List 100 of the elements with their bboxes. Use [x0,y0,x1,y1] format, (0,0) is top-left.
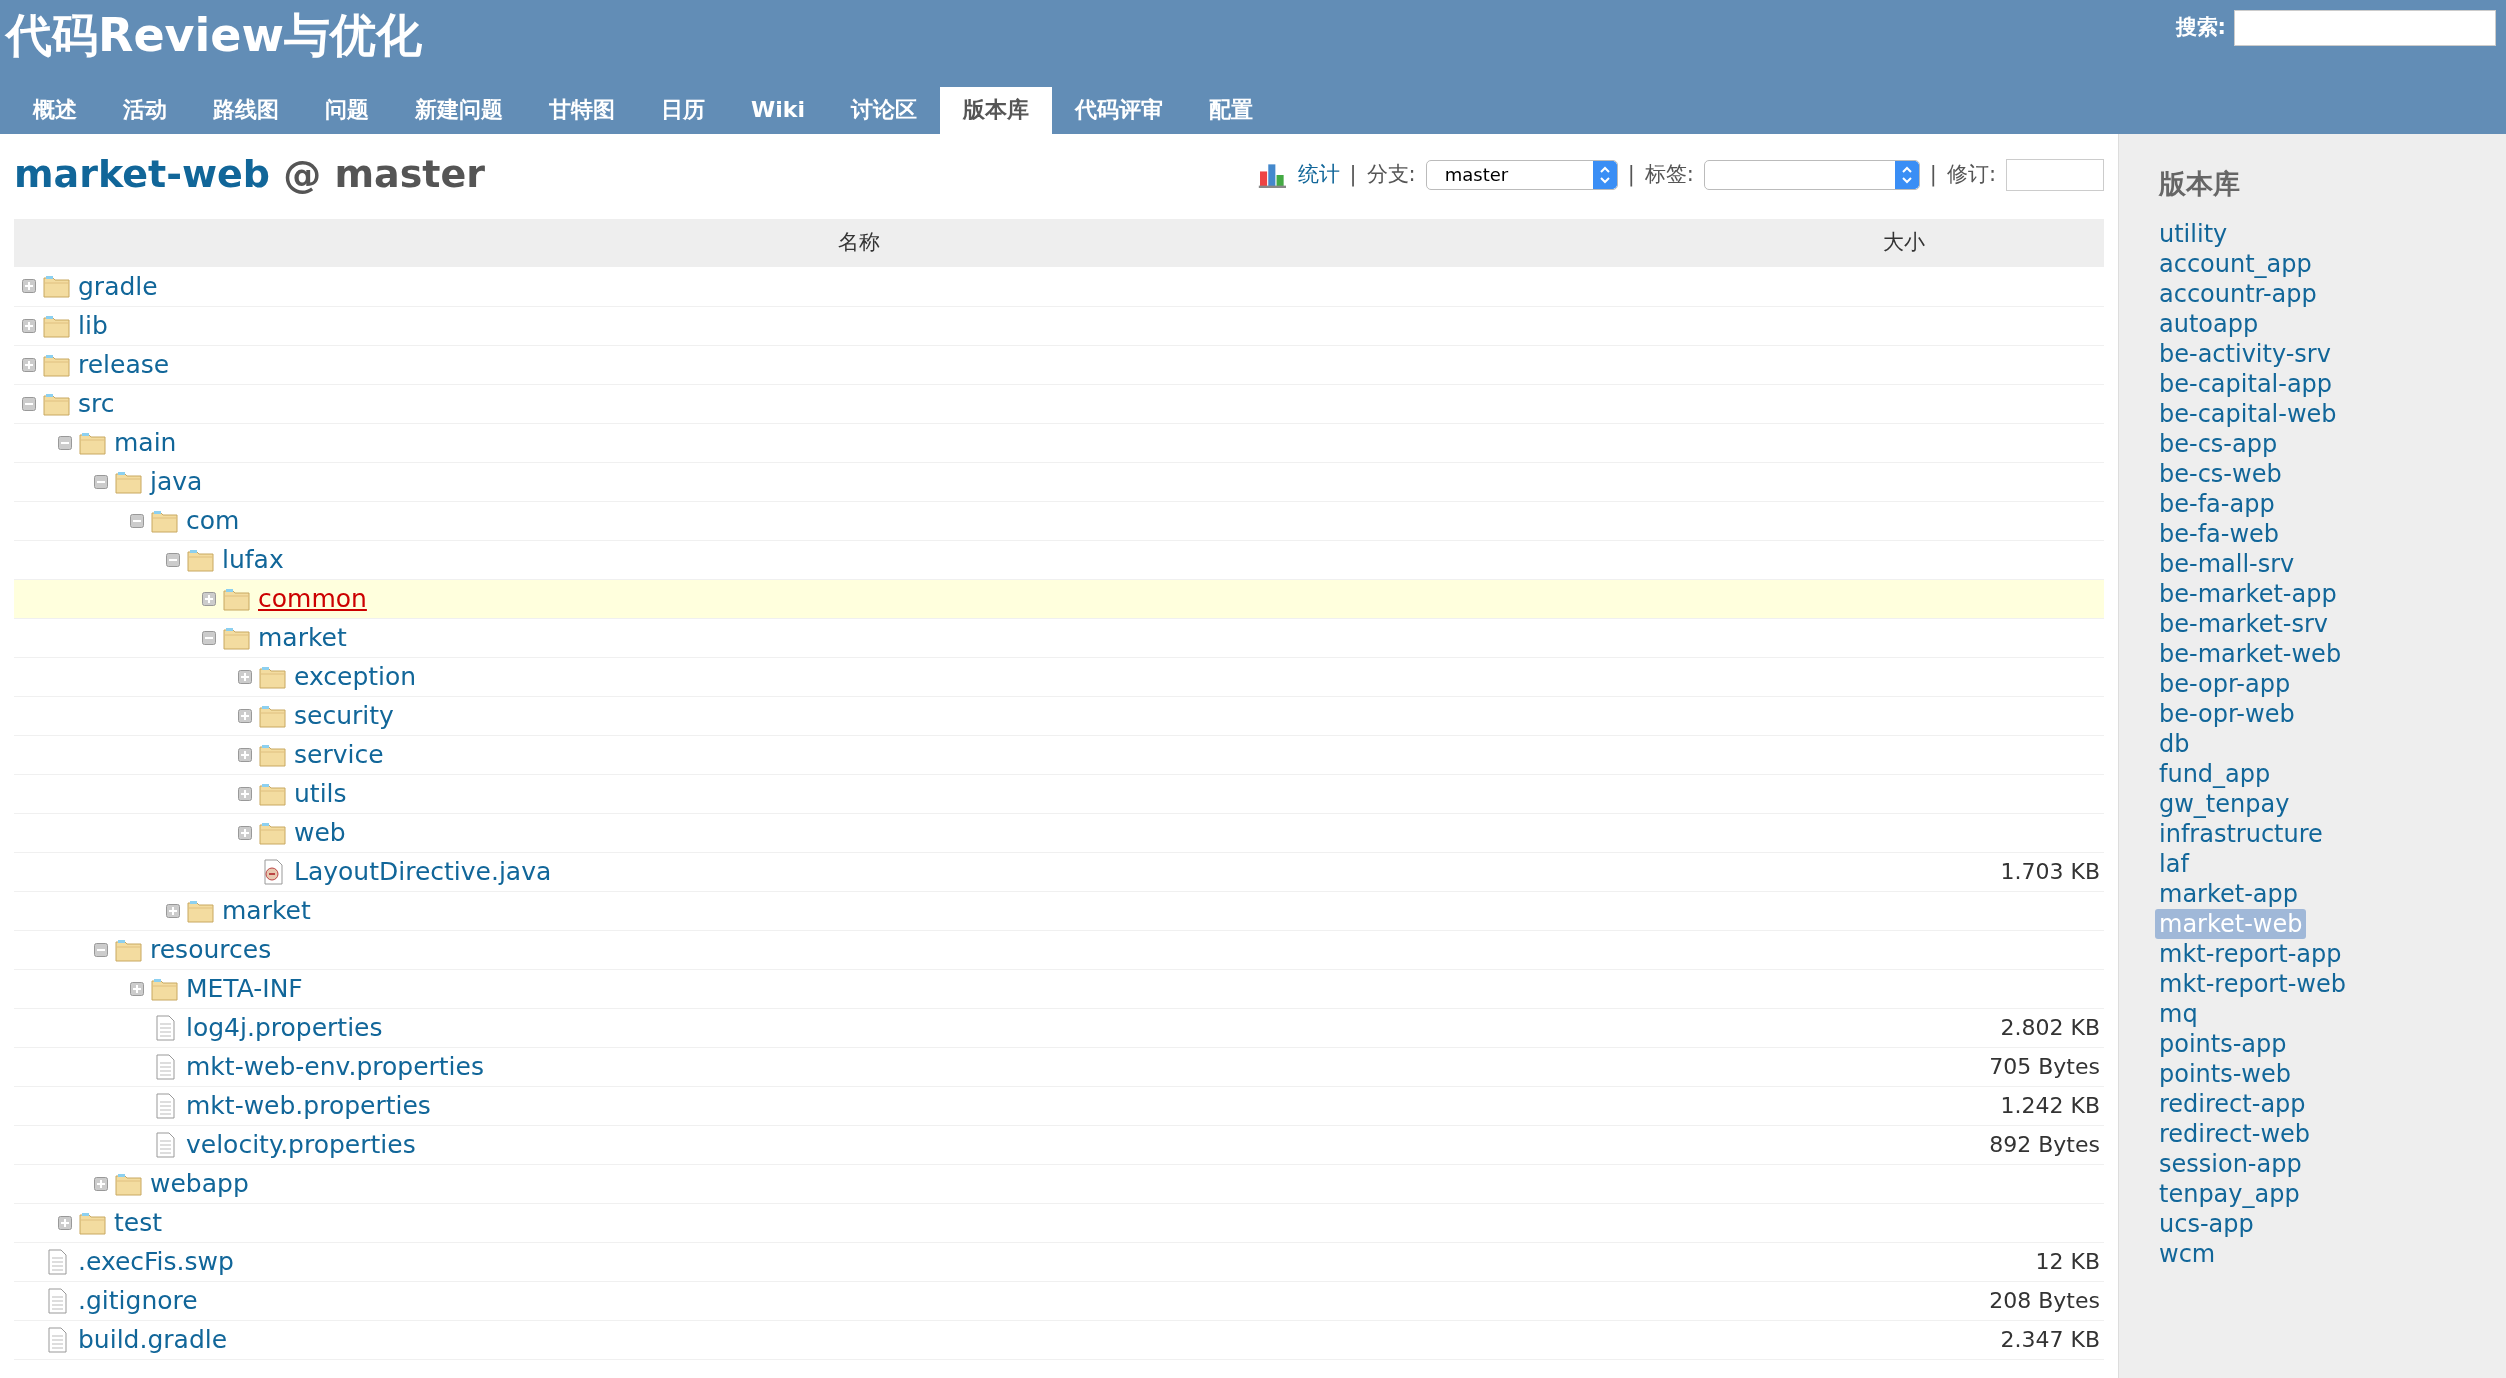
tag-select[interactable] [1703,159,1920,190]
repository-link[interactable]: wcm [2155,1238,2220,1269]
expand-icon[interactable] [166,903,180,918]
nav-tab[interactable]: 配置 [1186,87,1276,134]
nav-tab[interactable]: Wiki [728,87,828,134]
repository-link[interactable]: be-mall-srv [2155,548,2299,579]
collapse-icon[interactable] [166,552,180,567]
repository-link[interactable]: session-app [2155,1148,2306,1179]
folder-link[interactable]: web [294,813,346,852]
branch-select[interactable]: master [1425,159,1618,190]
search-field[interactable] [2234,10,2496,46]
repository-link[interactable]: be-activity-srv [2155,338,2335,369]
repository-link[interactable]: account_app [2155,248,2316,279]
nav-tab[interactable]: 问题 [302,87,392,134]
nav-tab[interactable]: 新建问题 [392,87,526,134]
repository-link[interactable]: be-market-web [2155,638,2346,669]
collapse-icon[interactable] [94,474,108,489]
expand-icon[interactable] [130,981,144,996]
file-link[interactable]: mkt-web-env.properties [186,1047,484,1086]
folder-link[interactable]: com [186,501,240,540]
expand-icon[interactable] [238,669,252,684]
repository-link[interactable]: points-web [2155,1058,2295,1089]
nav-tab[interactable]: 甘特图 [526,87,638,134]
folder-link[interactable]: lib [78,306,108,345]
expand-icon[interactable] [238,786,252,801]
collapse-icon[interactable] [202,630,216,645]
stats-link[interactable]: 统计 [1297,158,1340,191]
repository-link[interactable]: fund_app [2155,758,2275,789]
file-link[interactable]: velocity.properties [186,1125,416,1164]
folder-link[interactable]: service [294,735,384,774]
repository-link[interactable]: laf [2155,848,2193,879]
repository-link[interactable]: gw_tenpay [2155,788,2294,819]
repository-link[interactable]: redirect-web [2155,1118,2314,1149]
repository-link[interactable]: be-fa-app [2155,488,2279,519]
repository-link[interactable]: be-capital-app [2155,368,2337,399]
repository-link[interactable]: points-app [2155,1028,2291,1059]
collapse-icon[interactable] [58,435,72,450]
file-link[interactable]: .execFis.swp [78,1242,234,1281]
repository-link[interactable]: be-opr-app [2155,668,2295,699]
expand-icon[interactable] [22,279,36,294]
folder-link[interactable]: test [114,1203,162,1242]
folder-link[interactable]: exception [294,657,417,696]
expand-icon[interactable] [238,708,252,723]
repository-link[interactable]: accountr-app [2155,278,2321,309]
file-link[interactable]: .gitignore [78,1281,198,1320]
repository-link[interactable]: be-market-app [2155,578,2341,609]
repository-link[interactable]: utility [2155,218,2232,249]
folder-link[interactable]: gradle [78,267,158,305]
collapse-icon[interactable] [22,396,36,411]
folder-link[interactable]: main [114,423,177,462]
nav-tab[interactable]: 讨论区 [828,87,940,134]
repository-link[interactable]: be-fa-web [2155,518,2284,549]
repo-link[interactable]: market-web [14,152,271,196]
repository-link[interactable]: db [2155,728,2194,759]
repository-link[interactable]: infrastructure [2155,818,2327,849]
expand-icon[interactable] [202,591,216,606]
collapse-icon[interactable] [130,513,144,528]
repository-link[interactable]: redirect-app [2155,1088,2310,1119]
folder-link[interactable]: webapp [150,1164,249,1203]
nav-tab[interactable]: 活动 [100,87,190,134]
repository-link[interactable]: be-opr-web [2155,698,2299,729]
folder-link[interactable]: lufax [222,540,284,579]
expand-icon[interactable] [22,318,36,333]
file-link[interactable]: mkt-web.properties [186,1086,431,1125]
folder-link[interactable]: security [294,696,394,735]
expand-icon[interactable] [238,747,252,762]
folder-link[interactable]: META-INF [186,969,303,1008]
repository-link[interactable]: tenpay_app [2155,1178,2304,1209]
expand-icon[interactable] [238,825,252,840]
folder-link[interactable]: utils [294,774,347,813]
file-link[interactable]: log4j.properties [186,1008,383,1047]
file-link[interactable]: LayoutDirective.java [294,852,552,891]
nav-tab[interactable]: 概述 [10,87,100,134]
folder-link[interactable]: market [258,618,347,657]
nav-tab[interactable]: 路线图 [190,87,302,134]
repository-link[interactable]: mkt-report-app [2155,938,2346,969]
expand-icon[interactable] [58,1215,72,1230]
expand-icon[interactable] [22,357,36,372]
repository-link[interactable]: be-cs-web [2155,458,2286,489]
folder-link[interactable]: release [78,345,170,384]
file-link[interactable]: build.gradle [78,1320,228,1359]
repository-link[interactable]: market-app [2155,878,2302,909]
repository-link[interactable]: ucs-app [2155,1208,2258,1239]
nav-tab[interactable]: 日历 [638,87,728,134]
repository-link[interactable]: be-market-srv [2155,608,2333,639]
folder-link[interactable]: resources [150,930,272,969]
repository-link[interactable]: be-cs-app [2155,428,2282,459]
revision-field[interactable] [2006,158,2104,191]
repository-link[interactable]: mq [2155,998,2202,1029]
repository-link[interactable]: mkt-report-web [2155,968,2350,999]
folder-link[interactable]: src [78,384,115,423]
repository-link[interactable]: be-capital-web [2155,398,2341,429]
folder-link[interactable]: common [258,579,367,618]
repository-link[interactable]: autoapp [2155,308,2263,339]
collapse-icon[interactable] [94,942,108,957]
nav-tab[interactable]: 代码评审 [1052,87,1186,134]
expand-icon[interactable] [94,1176,108,1191]
folder-link[interactable]: java [150,462,203,501]
folder-link[interactable]: market [222,891,311,930]
nav-tab[interactable]: 版本库 [940,87,1052,134]
